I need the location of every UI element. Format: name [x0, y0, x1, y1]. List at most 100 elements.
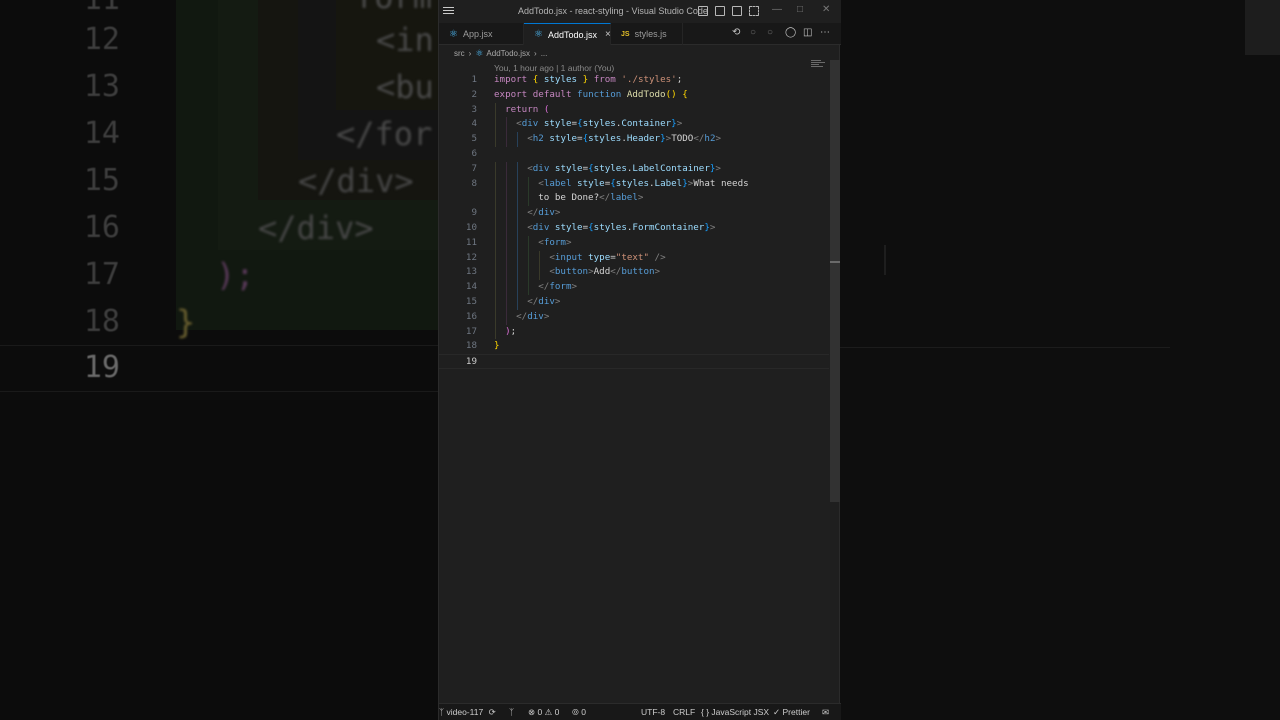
line-number: 6: [471, 148, 477, 159]
code-text: <form>: [538, 236, 572, 248]
code-text: </div>: [527, 296, 561, 307]
bg-code-fragment: );: [216, 256, 255, 294]
chevron-right-icon: ›: [534, 48, 537, 58]
go-forward-icon[interactable]: ○: [767, 27, 773, 38]
git-branch-icon: ᛉ: [439, 707, 445, 717]
bg-line-number: 14: [83, 116, 120, 151]
eol-status[interactable]: CRLF: [673, 707, 695, 717]
radio-tower-icon: ⦾: [572, 707, 579, 717]
prettier-status[interactable]: ✓ Prettier: [773, 707, 810, 718]
tab-addtodo-jsx[interactable]: ⚛ AddTodo.jsx ×: [524, 23, 611, 45]
toggle-panel-icon[interactable]: [715, 6, 725, 16]
check-double-icon: ✓: [773, 707, 781, 717]
tab-styles-js[interactable]: JS styles.js: [611, 23, 683, 45]
line-number: 8: [471, 177, 477, 189]
scrollbar-cursor-marker: [830, 261, 840, 263]
code-text: <input type="text" />: [549, 251, 666, 263]
toggle-primary-sidebar-icon[interactable]: [698, 6, 708, 16]
line-number: 13: [465, 266, 477, 278]
code-line[interactable]: 10 <div style={styles.FormContainer}>: [439, 221, 829, 236]
encoding-status[interactable]: UTF-8: [641, 707, 665, 717]
toggle-secondary-sidebar-icon[interactable]: [732, 6, 742, 16]
bg-line-number: 15: [83, 163, 120, 198]
branch-name: video-117: [446, 707, 484, 717]
git-blame-codelens[interactable]: You, 1 hour ago | 1 author (You): [494, 63, 614, 73]
vertical-scrollbar[interactable]: [830, 60, 840, 502]
source-control-icon[interactable]: ᛉ: [509, 707, 514, 717]
breadcrumb: src › ⚛ AddTodo.jsx › ...: [439, 45, 841, 61]
bg-line-number: 16: [83, 210, 120, 245]
maximize-icon[interactable]: □: [797, 4, 803, 15]
code-line[interactable]: 1 import { styles } from './styles';: [439, 73, 829, 88]
code-line[interactable]: 5 <h2 style={styles.Header}>TODO</h2>: [439, 132, 829, 147]
line-number: 9: [471, 207, 477, 219]
window-title: AddTodo.jsx - react-styling - Visual Stu…: [518, 6, 708, 16]
code-text: );: [505, 325, 517, 337]
react-icon: ⚛: [449, 28, 458, 40]
code-line[interactable]: 19: [439, 354, 829, 369]
bg-text-cursor: [884, 245, 886, 275]
editor-tabs: ⚛ App.jsx ⚛ AddTodo.jsx × JS styles.js: [439, 23, 841, 45]
git-branch-status[interactable]: ᛉ video-117 ⟳: [439, 707, 496, 718]
code-text: <h2 style={styles.Header}>TODO</h2>: [527, 133, 722, 145]
code-line[interactable]: 4 <div style={styles.Container}>: [439, 117, 829, 133]
code-line[interactable]: 7 <div style={styles.LabelContainer}>: [439, 161, 829, 177]
code-line[interactable]: 11 <form>: [439, 235, 829, 251]
code-line[interactable]: 12 <input type="text" />: [439, 250, 829, 266]
split-editor-icon[interactable]: ◫: [803, 27, 812, 38]
code-line[interactable]: 17 );: [439, 324, 829, 340]
code-line[interactable]: 14 </form>: [439, 280, 829, 295]
language-status[interactable]: { } JavaScript JSX: [701, 707, 769, 717]
tab-label: App.jsx: [462, 29, 493, 39]
hamburger-menu-icon[interactable]: [443, 5, 457, 17]
bg-current-line: [840, 347, 1170, 348]
minimize-icon[interactable]: —: [772, 4, 782, 15]
timeline-back-icon[interactable]: ⟲: [732, 27, 740, 38]
error-count: 0: [537, 707, 543, 717]
code-line[interactable]: 3 return (: [439, 102, 829, 118]
code-line[interactable]: 6: [439, 147, 829, 162]
zoomed-editor-background: 11 12 13 14 15 16 17 18 19 form <in <bu …: [0, 0, 440, 720]
more-actions-icon[interactable]: ⋯: [820, 27, 830, 38]
line-number: 10: [465, 222, 477, 233]
code-line[interactable]: to be Done?</label>: [439, 191, 829, 207]
code-line[interactable]: 13 <button>Add</button>: [439, 265, 829, 281]
customize-layout-icon[interactable]: [749, 6, 759, 16]
code-line[interactable]: 2 export default function AddTodo() {: [439, 88, 829, 103]
git-compare-icon[interactable]: ◯: [785, 27, 796, 38]
go-back-icon[interactable]: ○: [750, 27, 756, 38]
code-line[interactable]: 9 </div>: [439, 206, 829, 221]
breadcrumb-more[interactable]: ...: [541, 49, 548, 58]
notifications-bell-icon[interactable]: ✉: [822, 707, 829, 718]
close-window-icon[interactable]: ✕: [822, 4, 830, 15]
code-text: }: [494, 340, 500, 352]
line-number: 16: [465, 310, 477, 322]
code-line[interactable]: 18}: [439, 339, 829, 354]
line-number: 17: [465, 325, 477, 337]
code-text: </form>: [538, 281, 578, 293]
code-text: <label style={styles.Label}>What needs: [538, 177, 749, 189]
line-number: 4: [471, 118, 477, 130]
breadcrumb-folder[interactable]: src: [454, 49, 465, 58]
tab-app-jsx[interactable]: ⚛ App.jsx: [439, 23, 524, 45]
code-line[interactable]: 8 <label style={styles.Label}>What needs: [439, 176, 829, 192]
close-icon[interactable]: ×: [605, 29, 611, 40]
vscode-window: AddTodo.jsx - react-styling - Visual Stu…: [438, 0, 841, 720]
line-number: 3: [471, 103, 477, 115]
bg-line-number: 19: [83, 350, 120, 385]
code-line[interactable]: 15 </div>: [439, 295, 829, 310]
breadcrumb-file[interactable]: AddTodo.jsx: [486, 49, 530, 58]
code-text: <button>Add</button>: [549, 266, 661, 278]
bg-code-fragment: <bu: [376, 68, 434, 106]
problems-status[interactable]: ⊗ 0 ⚠ 0: [528, 707, 559, 718]
title-bar: AddTodo.jsx - react-styling - Visual Stu…: [439, 0, 841, 23]
ports-status[interactable]: ⦾ 0: [572, 707, 586, 718]
line-number: 5: [471, 133, 477, 145]
bg-line-number: 17: [83, 257, 120, 292]
bg-line-number: 12: [83, 22, 120, 57]
bg-code-fragment: </div>: [298, 162, 414, 200]
status-bar: ᛉ video-117 ⟳ ᛉ ⊗ 0 ⚠ 0 ⦾ 0 UTF-8 CRLF {…: [439, 703, 841, 720]
bg-code-fragment: </for: [336, 115, 433, 153]
code-line[interactable]: 16 </div>: [439, 309, 829, 325]
minimap[interactable]: [811, 60, 827, 72]
